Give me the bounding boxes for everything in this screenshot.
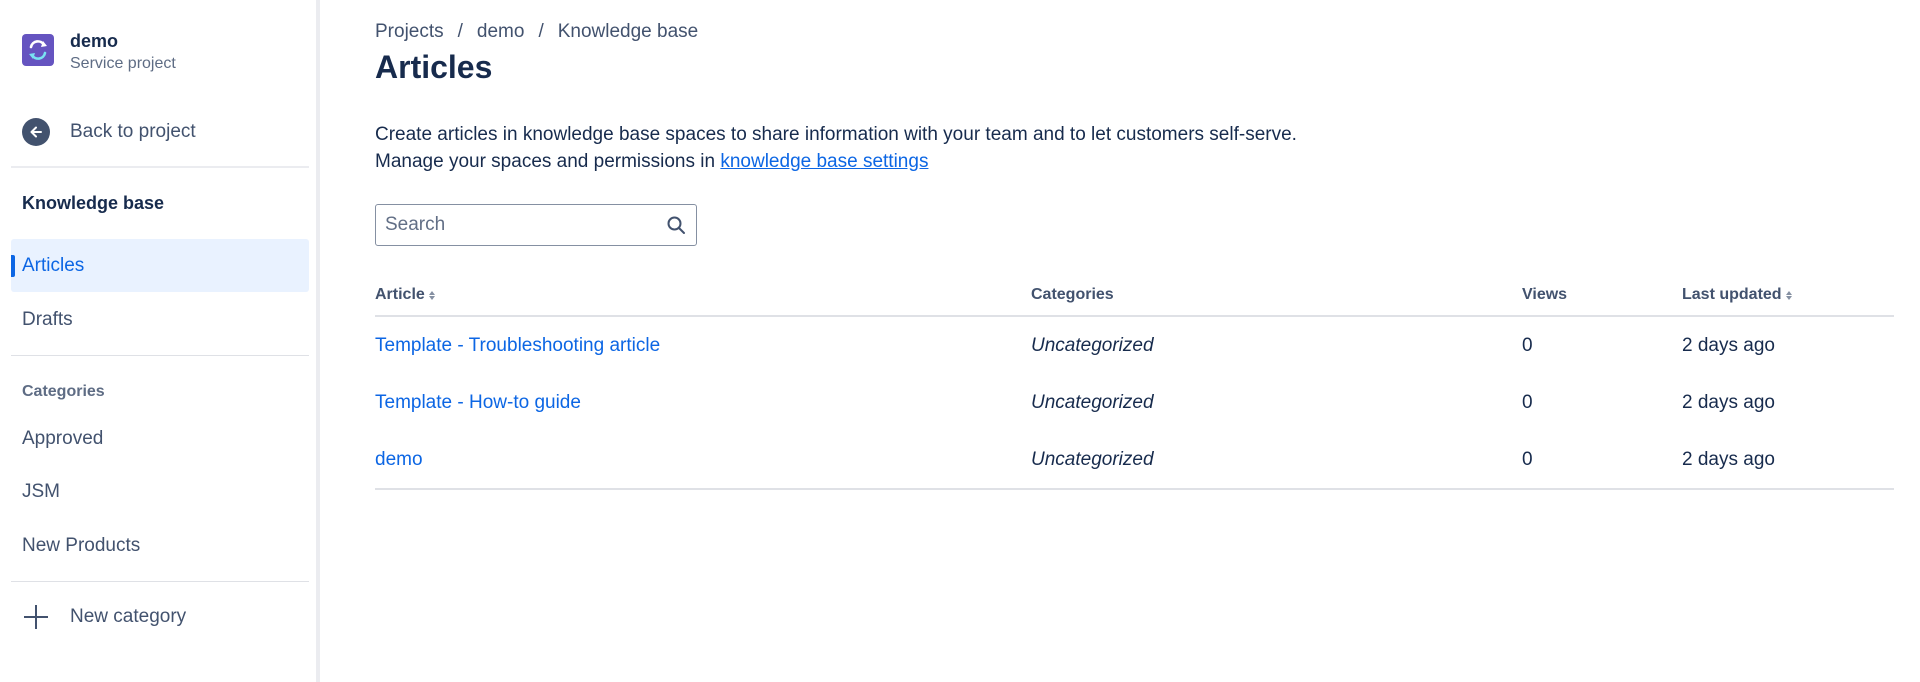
project-header[interactable]: demo Service project	[22, 30, 176, 74]
description-line-1: Create articles in knowledge base spaces…	[375, 124, 1297, 145]
breadcrumb-separator: /	[538, 21, 544, 42]
sidebar: demo Service project Back to project Kno…	[0, 0, 320, 682]
article-category: Uncategorized	[1031, 391, 1154, 413]
column-header-views: Views	[1522, 286, 1567, 304]
sidebar-item-label: Articles	[22, 254, 85, 276]
breadcrumb-separator: /	[457, 21, 463, 42]
table-row: Template - How-to guide Uncategorized 0 …	[375, 374, 1894, 431]
sidebar-item-label: Approved	[22, 427, 104, 449]
sidebar-item-label: New Products	[22, 534, 141, 556]
article-last-updated: 2 days ago	[1682, 334, 1775, 356]
article-category: Uncategorized	[1031, 334, 1154, 356]
article-last-updated: 2 days ago	[1682, 391, 1775, 413]
knowledge-base-settings-link[interactable]: knowledge base settings	[720, 151, 928, 172]
column-header-label: Views	[1522, 286, 1568, 303]
sidebar-category-jsm[interactable]: JSM	[11, 465, 309, 518]
column-header-label: Last updated	[1682, 286, 1782, 303]
article-views: 0	[1522, 334, 1533, 356]
search-field	[375, 204, 697, 246]
sidebar-category-approved[interactable]: Approved	[11, 412, 309, 465]
column-header-article[interactable]: Article	[375, 286, 437, 304]
breadcrumb-knowledge-base[interactable]: Knowledge base	[558, 21, 699, 43]
breadcrumb-demo[interactable]: demo	[477, 21, 525, 43]
article-views: 0	[1522, 448, 1533, 470]
breadcrumb: Projects / demo / Knowledge base	[375, 21, 698, 43]
sidebar-category-new-products[interactable]: New Products	[11, 519, 309, 572]
back-to-project-label: Back to project	[70, 121, 196, 142]
new-category-button[interactable]: New category	[22, 600, 186, 634]
breadcrumb-projects[interactable]: Projects	[375, 21, 444, 43]
sidebar-item-articles[interactable]: Articles	[11, 239, 309, 292]
project-name: demo	[70, 31, 119, 51]
sidebar-item-label: Drafts	[22, 308, 73, 330]
sort-icon	[1785, 289, 1794, 301]
sidebar-item-drafts[interactable]: Drafts	[11, 293, 309, 346]
sidebar-divider	[11, 355, 309, 356]
article-link[interactable]: Template - Troubleshooting article	[375, 317, 660, 374]
table-row: Template - Troubleshooting article Uncat…	[375, 317, 1894, 374]
sidebar-section-title: Knowledge base	[22, 193, 165, 213]
new-category-label: New category	[70, 606, 187, 627]
article-views: 0	[1522, 391, 1533, 413]
articles-table: Article Categories Views Last updated Te…	[375, 280, 1894, 490]
table-header: Article Categories Views Last updated	[375, 280, 1894, 317]
page-title: Articles	[375, 49, 493, 85]
column-header-categories: Categories	[1031, 286, 1114, 304]
page-description: Create articles in knowledge base spaces…	[375, 121, 1297, 175]
search-icon[interactable]	[665, 214, 687, 236]
article-link[interactable]: Template - How-to guide	[375, 374, 581, 431]
project-avatar-icon	[22, 34, 54, 66]
back-to-project-button[interactable]: Back to project	[22, 117, 196, 147]
column-header-label: Categories	[1031, 286, 1114, 303]
back-arrow-icon	[22, 118, 50, 146]
article-link[interactable]: demo	[375, 431, 423, 488]
column-header-last-updated[interactable]: Last updated	[1682, 286, 1794, 304]
article-last-updated: 2 days ago	[1682, 448, 1775, 470]
description-line-2: Manage your spaces and permissions in kn…	[375, 148, 1297, 175]
search-input[interactable]	[385, 214, 665, 236]
sidebar-divider	[11, 581, 309, 582]
categories-heading: Categories	[22, 383, 105, 400]
plus-icon	[22, 603, 50, 631]
article-category: Uncategorized	[1031, 448, 1154, 470]
table-body: Template - Troubleshooting article Uncat…	[375, 317, 1894, 490]
table-row: demo Uncategorized 0 2 days ago	[375, 431, 1894, 488]
sidebar-item-label: JSM	[22, 480, 60, 502]
project-type: Service project	[70, 55, 176, 72]
sidebar-divider	[11, 166, 309, 168]
sort-icon	[428, 289, 437, 301]
column-header-label: Article	[375, 286, 425, 303]
description-line-2-text: Manage your spaces and permissions in	[375, 151, 721, 172]
